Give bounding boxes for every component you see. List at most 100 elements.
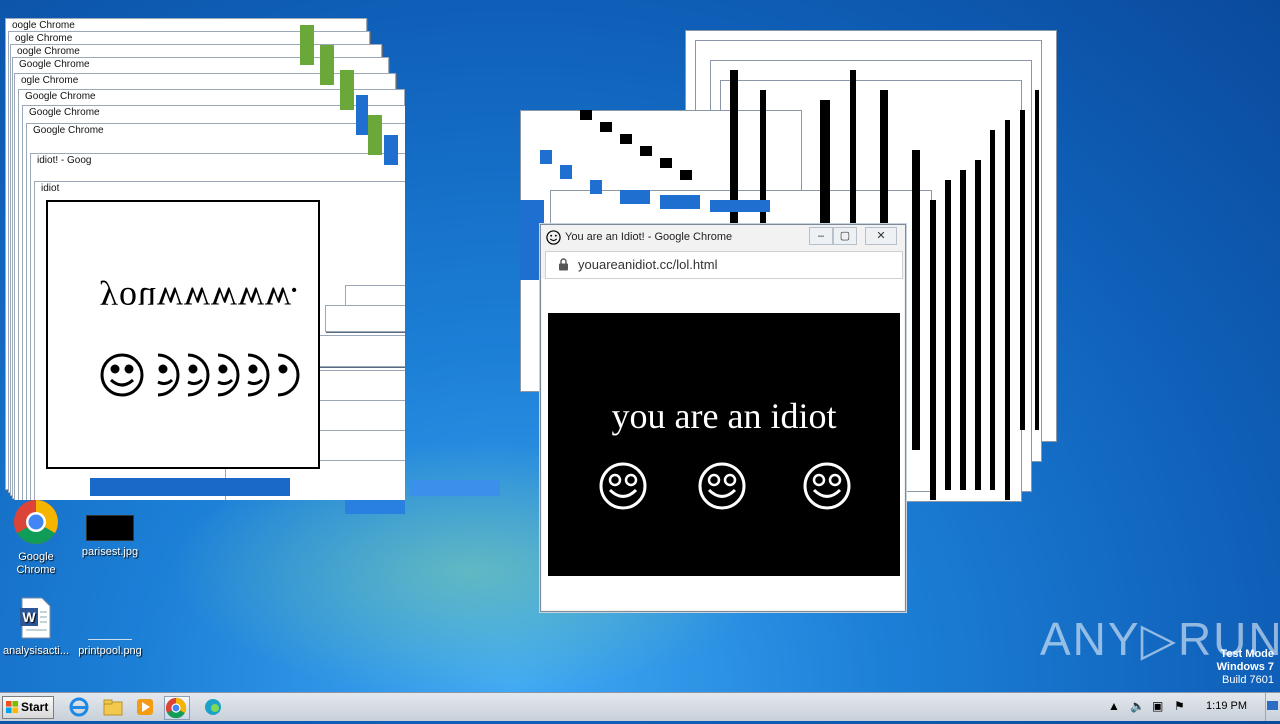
- ghost-window-edge: [325, 305, 405, 332]
- ghost-window-title: oogle Chrome: [17, 46, 80, 57]
- svg-text:W: W: [22, 609, 36, 625]
- ghost-window-title: idiot: [41, 183, 60, 194]
- media-player-icon[interactable]: [134, 696, 158, 718]
- glitch-artifact: [560, 165, 572, 179]
- network-icon[interactable]: ▣: [1152, 699, 1163, 713]
- glitch-artifact: [340, 70, 354, 110]
- glitch-artifact: [620, 134, 632, 144]
- glitch-artifact: [680, 170, 692, 180]
- idiot-panel: you are an idiot: [548, 313, 900, 576]
- start-button[interactable]: Start: [2, 696, 54, 719]
- glitch-artifact: [300, 25, 314, 65]
- lock-icon: [558, 258, 569, 276]
- smiley-icon: [100, 353, 144, 397]
- glitch-artifact: [345, 500, 405, 514]
- show-desktop-button[interactable]: [1265, 693, 1280, 721]
- address-bar[interactable]: youareanidiot.cc/lol.html: [545, 251, 903, 279]
- ghost-window-edge: [305, 335, 405, 367]
- os-name-label: Windows 7: [1216, 661, 1274, 673]
- system-tray: ▲ 🔈 ▣ ⚑: [1100, 693, 1280, 721]
- explorer-icon[interactable]: [102, 696, 126, 718]
- glitch-artifact: [580, 110, 592, 120]
- glitch-bar: [975, 160, 981, 490]
- glitch-bar: [850, 70, 856, 230]
- ghost-window-title: oogle Chrome: [12, 20, 75, 31]
- glitch-bar: [1005, 120, 1010, 500]
- glitch-artifact: [356, 95, 368, 135]
- close-button[interactable]: ✕: [865, 227, 897, 245]
- ie-icon[interactable]: [68, 696, 92, 718]
- glitched-window-stack-left: oogle Chrome ogle Chrome oogle Chrome Go…: [0, 15, 405, 500]
- taskbar-clock[interactable]: 1:19 PM: [1206, 700, 1247, 712]
- monitor-icon: [1267, 701, 1278, 710]
- glitch-bar: [930, 200, 936, 500]
- glitch-artifact: [368, 115, 382, 155]
- show-hidden-icons-chevron-icon[interactable]: ▲: [1108, 699, 1120, 713]
- glitch-artifact: [620, 190, 650, 204]
- glitch-artifact: [384, 135, 398, 165]
- os-info-watermark: Test Mode Windows 7 Build 7601: [1217, 648, 1274, 687]
- minimize-button[interactable]: –: [809, 227, 833, 245]
- desktop-icon-analysis-doc[interactable]: W analysisacti...: [0, 596, 72, 658]
- ghost-window-title: ogle Chrome: [21, 75, 79, 86]
- desktop-icon-printpool[interactable]: printpool.png: [74, 615, 146, 658]
- desktop-icon-parisest[interactable]: parisest.jpg: [74, 515, 146, 559]
- desktop-icon-label: parisest.jpg: [81, 546, 139, 558]
- desktop-icon-label: analysisacti...: [2, 645, 70, 657]
- idiot-headline: you are an idiot: [611, 396, 837, 436]
- desktop-icon-label: Google Chrome: [16, 551, 56, 576]
- glitch-artifact: [320, 45, 334, 85]
- glitch-bar: [1020, 110, 1025, 430]
- volume-icon[interactable]: 🔈: [1130, 699, 1145, 713]
- maximize-button[interactable]: ▢: [833, 227, 857, 245]
- smiley-icon: [697, 461, 747, 516]
- window-titlebar[interactable]: You are an Idiot! - Google Chrome – ▢ ✕: [541, 225, 905, 251]
- glitch-artifact: [600, 122, 612, 132]
- glitch-bar: [990, 130, 995, 490]
- ghost-window-title: Google Chrome: [19, 59, 90, 70]
- glitch-artifact: [710, 200, 770, 212]
- image-icon: [86, 515, 134, 541]
- taskbar: Start ▲ 🔈 ▣ ⚑ 1:19 PM: [0, 692, 1280, 721]
- ghost-window-title: Google Chrome: [25, 91, 96, 102]
- ghost-window-title: ogle Chrome: [15, 33, 73, 44]
- build-label: Build 7601: [1222, 674, 1274, 686]
- chrome-icon[interactable]: [164, 696, 190, 720]
- glitch-artifact: [410, 480, 500, 496]
- smiley-icon: [802, 461, 852, 516]
- image-icon: [88, 615, 132, 640]
- glitch-artifact: [540, 150, 552, 164]
- glitched-idiot-panel: youwwwww.: [46, 200, 320, 469]
- start-label: Start: [21, 700, 49, 714]
- glitch-artifact: [660, 158, 672, 168]
- url-text: youareanidiot.cc/lol.html: [578, 257, 718, 272]
- glitch-bar: [945, 180, 951, 490]
- chrome-window[interactable]: You are an Idiot! - Google Chrome – ▢ ✕ …: [540, 224, 906, 612]
- glitch-bar: [960, 170, 966, 490]
- smiley-favicon-icon: [546, 230, 561, 250]
- glitch-artifact: [660, 195, 700, 209]
- windows-logo-icon: [6, 701, 19, 717]
- action-center-flag-icon[interactable]: ⚑: [1174, 699, 1185, 713]
- desktop-icon-label: printpool.png: [78, 645, 142, 657]
- edge-icon[interactable]: [202, 696, 226, 718]
- chrome-icon: [12, 500, 60, 549]
- page-content: you are an idiot: [542, 279, 904, 610]
- mirrored-idiot-text: youwwwww.: [100, 280, 300, 320]
- glitch-artifact: [90, 478, 290, 496]
- smiley-row-glitched: [100, 350, 300, 405]
- test-mode-label: Test Mode: [1220, 648, 1274, 660]
- glitch-artifact: [590, 180, 602, 194]
- desktop-icon-chrome[interactable]: Google Chrome: [0, 498, 72, 577]
- glitch-artifact: [640, 146, 652, 156]
- glitch-bar: [820, 100, 830, 230]
- smiley-icon: [598, 461, 648, 516]
- window-title: You are an Idiot! - Google Chrome: [565, 231, 733, 243]
- ghost-window-title: Google Chrome: [33, 125, 104, 136]
- smiley-fragment-icon: [157, 353, 300, 397]
- word-doc-icon: W: [18, 597, 54, 643]
- glitch-bar: [1035, 90, 1039, 430]
- ghost-window-title: Google Chrome: [29, 107, 100, 118]
- ghost-window-title: idiot! - Goog: [37, 155, 92, 166]
- glitch-bar: [912, 150, 920, 450]
